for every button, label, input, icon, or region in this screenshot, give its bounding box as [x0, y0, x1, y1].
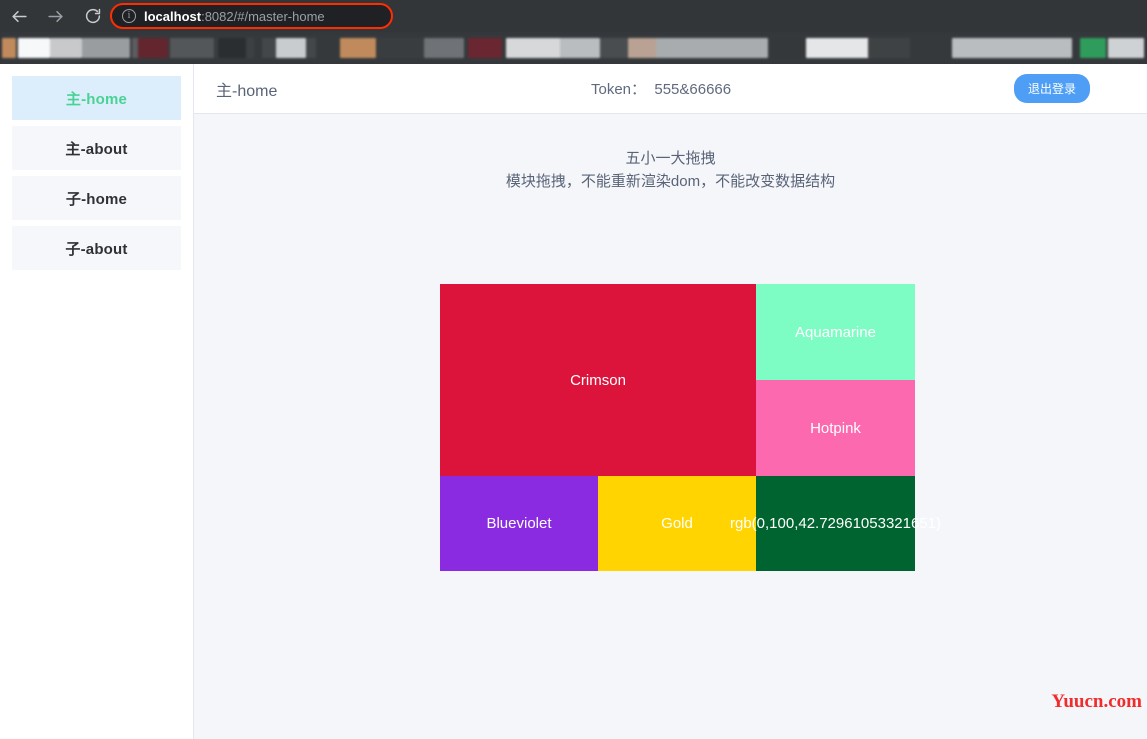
- bookmark-item[interactable]: [138, 38, 168, 58]
- content-area: 五小一大拖拽 模块拖拽，不能重新渲染dom，不能改变数据结构 Crimson A…: [194, 114, 1147, 739]
- watermark: Yuucn.com: [1051, 691, 1142, 712]
- drag-block-label: Crimson: [570, 371, 626, 389]
- token-display: Token： 555&66666: [591, 81, 732, 98]
- address-bar-url: localhost:8082/#/master-home: [144, 9, 325, 24]
- bookmark-item[interactable]: [276, 38, 306, 58]
- drag-block-label: Blueviolet: [486, 515, 552, 532]
- bookmark-item[interactable]: [218, 38, 246, 58]
- bookmark-item[interactable]: [952, 38, 1072, 58]
- bookmark-item[interactable]: [340, 38, 376, 58]
- bookmark-item[interactable]: [170, 38, 214, 58]
- bookmarks-bar[interactable]: [0, 32, 1147, 64]
- browser-nav-bar: i localhost:8082/#/master-home: [0, 0, 1147, 32]
- drag-block-label: Aquamarine: [795, 323, 876, 341]
- bookmark-item[interactable]: [560, 38, 600, 58]
- app-root: 主-home 主-about 子-home 子-about 主-home Tok…: [0, 64, 1147, 739]
- sidebar-item-master-home[interactable]: 主-home: [12, 76, 181, 120]
- bookmark-item[interactable]: [1080, 38, 1106, 58]
- drag-block-rgb-green[interactable]: rgb(0,100,42.72961053321651): [730, 476, 941, 571]
- drag-block-crimson[interactable]: Crimson: [440, 284, 756, 476]
- sidebar-item-child-about[interactable]: 子-about: [12, 226, 181, 270]
- bookmark-item[interactable]: [1108, 38, 1144, 58]
- browser-chrome: i localhost:8082/#/master-home: [0, 0, 1147, 64]
- bookmark-item[interactable]: [50, 38, 82, 58]
- drag-block-label: Hotpink: [810, 419, 861, 437]
- bookmark-item[interactable]: [628, 38, 658, 58]
- sidebar-item-label: 主-home: [65, 90, 128, 108]
- bookmark-item[interactable]: [82, 38, 130, 58]
- drag-block-hotpink[interactable]: Hotpink: [756, 380, 915, 476]
- site-info-icon[interactable]: i: [122, 9, 136, 23]
- bookmark-item[interactable]: [806, 38, 872, 58]
- sidebar: 主-home 主-about 子-home 子-about: [0, 64, 194, 739]
- arrow-left-icon[interactable]: [4, 1, 34, 31]
- arrow-right-icon[interactable]: [40, 1, 70, 31]
- bookmark-item[interactable]: [468, 38, 502, 58]
- address-bar[interactable]: i localhost:8082/#/master-home: [110, 3, 393, 29]
- drag-block-label: rgb(0,100,42.72961053321651): [729, 515, 942, 532]
- bookmark-item[interactable]: [2, 38, 16, 58]
- sidebar-item-label: 主-about: [65, 140, 128, 158]
- app-header: 主-home Token： 555&66666 退出登录: [194, 64, 1147, 114]
- drag-demo-title: 五小一大拖拽: [625, 150, 716, 167]
- address-bar-host: localhost: [144, 8, 202, 24]
- sidebar-item-label: 子-about: [65, 240, 128, 258]
- reload-icon[interactable]: [78, 1, 108, 31]
- drag-block-label: Gold: [661, 515, 693, 532]
- content-heading-block: 五小一大拖拽 模块拖拽，不能重新渲染dom，不能改变数据结构: [194, 114, 1147, 193]
- bookmark-item[interactable]: [868, 38, 910, 58]
- drag-block-aquamarine[interactable]: Aquamarine: [756, 284, 915, 380]
- drag-grid: Crimson Aquamarine Hotpink Blueviolet Go…: [440, 284, 941, 571]
- sidebar-item-master-about[interactable]: 主-about: [12, 126, 181, 170]
- address-bar-path: :8082/#/master-home: [201, 8, 325, 24]
- bookmark-item[interactable]: [18, 38, 50, 58]
- sidebar-item-child-home[interactable]: 子-home: [12, 176, 181, 220]
- drag-block-blueviolet[interactable]: Blueviolet: [440, 476, 598, 571]
- drag-demo-subtitle: 模块拖拽，不能重新渲染dom，不能改变数据结构: [505, 173, 836, 190]
- sidebar-item-label: 子-home: [65, 190, 128, 208]
- bookmark-item[interactable]: [656, 38, 768, 58]
- logout-button[interactable]: 退出登录: [1013, 74, 1090, 103]
- bookmark-item[interactable]: [424, 38, 464, 58]
- page-title: 主-home: [216, 82, 278, 100]
- main-area: 主-home Token： 555&66666 退出登录 五小一大拖拽 模块拖拽…: [194, 64, 1147, 739]
